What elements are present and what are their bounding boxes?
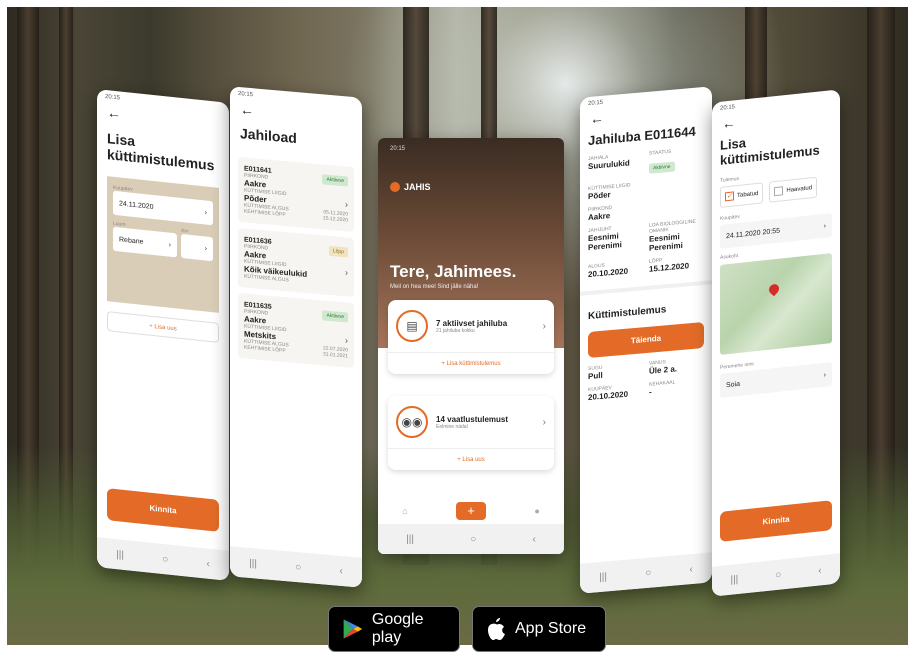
google-play-label: Google play — [371, 611, 424, 646]
chevron-right-icon: › — [204, 208, 207, 217]
home-icon[interactable]: ○ — [295, 561, 301, 573]
back-icon[interactable]: ‹ — [207, 558, 210, 569]
android-nav-bar: ||| ○ ‹ — [378, 524, 564, 554]
tree-trunk — [17, 7, 39, 565]
google-play-badge[interactable]: Google play — [328, 606, 460, 652]
binoculars-icon: ◉◉ — [396, 406, 428, 438]
home-icon[interactable]: ○ — [162, 553, 168, 565]
card-subtitle: 21 jahiluba kokku — [436, 327, 475, 334]
recent-apps-icon[interactable]: ||| — [599, 571, 607, 583]
phone-permit-detail: 20:15 ← Jahiluba E011644 JAHIALA Suuruluk… — [580, 86, 712, 594]
bottom-tab-bar: ⌂ + ● — [378, 496, 564, 526]
confirm-button[interactable]: Kinnita — [720, 500, 832, 542]
observations-card[interactable]: ◉◉ 14 vaatlustulemust Eelmine nädal › + … — [388, 396, 554, 470]
checkbox-icon — [774, 186, 784, 197]
home-icon[interactable]: ○ — [775, 569, 781, 581]
back-icon[interactable]: ‹ — [340, 565, 343, 576]
recent-apps-icon[interactable]: ||| — [249, 557, 257, 569]
card-title: 14 vaatlustulemust — [436, 414, 509, 424]
confirm-button[interactable]: Kinnita — [107, 488, 219, 532]
logo-icon — [390, 182, 400, 192]
apple-icon — [488, 618, 505, 640]
section-title: Küttimistulemus — [580, 280, 712, 329]
count-select[interactable]: › — [181, 233, 213, 262]
recent-apps-icon[interactable]: ||| — [406, 534, 414, 545]
recent-apps-icon[interactable]: ||| — [730, 573, 738, 585]
home-icon[interactable]: ○ — [470, 534, 476, 545]
home-tab-icon[interactable]: ⌂ — [402, 506, 407, 516]
status-badge: Aktiivne — [649, 161, 675, 174]
profile-tab-icon[interactable]: ● — [534, 506, 539, 516]
add-harvest-link[interactable]: + Lisa küttimistulemus — [388, 352, 554, 374]
harvest-details: SUGU Pull VANUS Üle 2 a. KUUPÄEV 20.10.2020… — [580, 355, 712, 403]
permit-card[interactable]: E011636 Lõpp PIIRKOND Aakre KÜTTIMISE LI… — [238, 227, 354, 298]
phone-hunting-permits: 20:15 ← Jahiload E011641 Aktiivne PIIRKO… — [230, 86, 362, 588]
add-button[interactable]: + — [456, 502, 486, 520]
location-map[interactable] — [720, 253, 832, 355]
app-store-badge[interactable]: App Store — [472, 606, 606, 652]
card-subtitle: Eelmine nädal — [436, 423, 468, 430]
phone-add-harvest: 20:15 ← Lisa küttimistulemus Kuupäev 24.… — [97, 89, 229, 581]
chevron-right-icon: › — [345, 198, 348, 210]
greeting: Tere, Jahimees. — [390, 262, 517, 281]
permit-icon: ▤ — [396, 310, 428, 342]
back-icon[interactable]: ‹ — [690, 563, 693, 574]
animal-row: Loom Rebane › Arv › — [113, 221, 213, 268]
status-badge: Lõpp — [328, 245, 348, 258]
phone-home: 20:15 JAHIS Tere, Jahimees. Meil on hea … — [378, 138, 564, 554]
checkbox-checked-icon: ✓ — [725, 191, 734, 202]
chevron-right-icon: › — [542, 320, 546, 332]
active-permits-card[interactable]: ▤ 7 aktiivset jahiluba 21 jahiluba kokku… — [388, 300, 554, 374]
tree-trunk — [867, 7, 895, 565]
field-value: 31.01.2021 — [322, 351, 348, 360]
add-new-link[interactable]: + Lisa uus — [388, 448, 554, 470]
status-bar: 20:15 — [390, 146, 406, 152]
chevron-right-icon: › — [204, 244, 207, 253]
form-panel: Kuupäev 24.11.2020 › Loom Rebane › Arv › — [107, 176, 219, 313]
map-pin-icon — [767, 282, 782, 297]
permit-details: JAHIALA Suurulukid STAATUS Aktiivne KÜTTIM… — [580, 145, 712, 280]
chevron-right-icon: › — [345, 334, 348, 346]
chevron-right-icon: › — [823, 371, 826, 379]
recent-apps-icon[interactable]: ||| — [116, 549, 124, 561]
back-icon[interactable]: ‹ — [818, 565, 821, 576]
greeting-subtitle: Meil on hea meel Sind jälle näha! — [390, 284, 479, 290]
app-logo: JAHIS — [390, 182, 552, 192]
app-store-label: App Store — [515, 620, 587, 637]
add-new-button[interactable]: + Lisa uus — [107, 311, 219, 343]
permit-card[interactable]: E011635 Aktiivne PIIRKOND Aakre KÜTTIMIS… — [238, 292, 354, 369]
card-title: 7 aktiivset jahiluba — [436, 318, 508, 328]
chevron-right-icon: › — [542, 416, 546, 428]
field-value: Eesnimi Perenimi — [588, 231, 622, 253]
home-icon[interactable]: ○ — [645, 567, 651, 579]
google-play-icon — [343, 619, 363, 639]
field-value: 15.12.2020 — [322, 215, 348, 224]
back-icon[interactable]: ‹ — [533, 534, 536, 545]
phone-add-harvest-map: 20:15 ← Lisa küttimistulemus Tulemus ✓ Ta… — [712, 89, 840, 597]
chevron-right-icon: › — [823, 222, 826, 230]
status-badge: Aktiivne — [322, 174, 348, 187]
permit-card[interactable]: E011641 Aktiivne PIIRKOND Aakre KÜTTIMIS… — [238, 156, 354, 233]
field-value: Eesnimi Perenimi — [649, 232, 683, 253]
tree-trunk — [59, 7, 73, 565]
chevron-right-icon: › — [345, 266, 348, 278]
fill-button[interactable]: Täienda — [588, 321, 704, 359]
status-badge: Aktiivne — [322, 310, 348, 323]
chevron-right-icon: › — [168, 241, 171, 249]
